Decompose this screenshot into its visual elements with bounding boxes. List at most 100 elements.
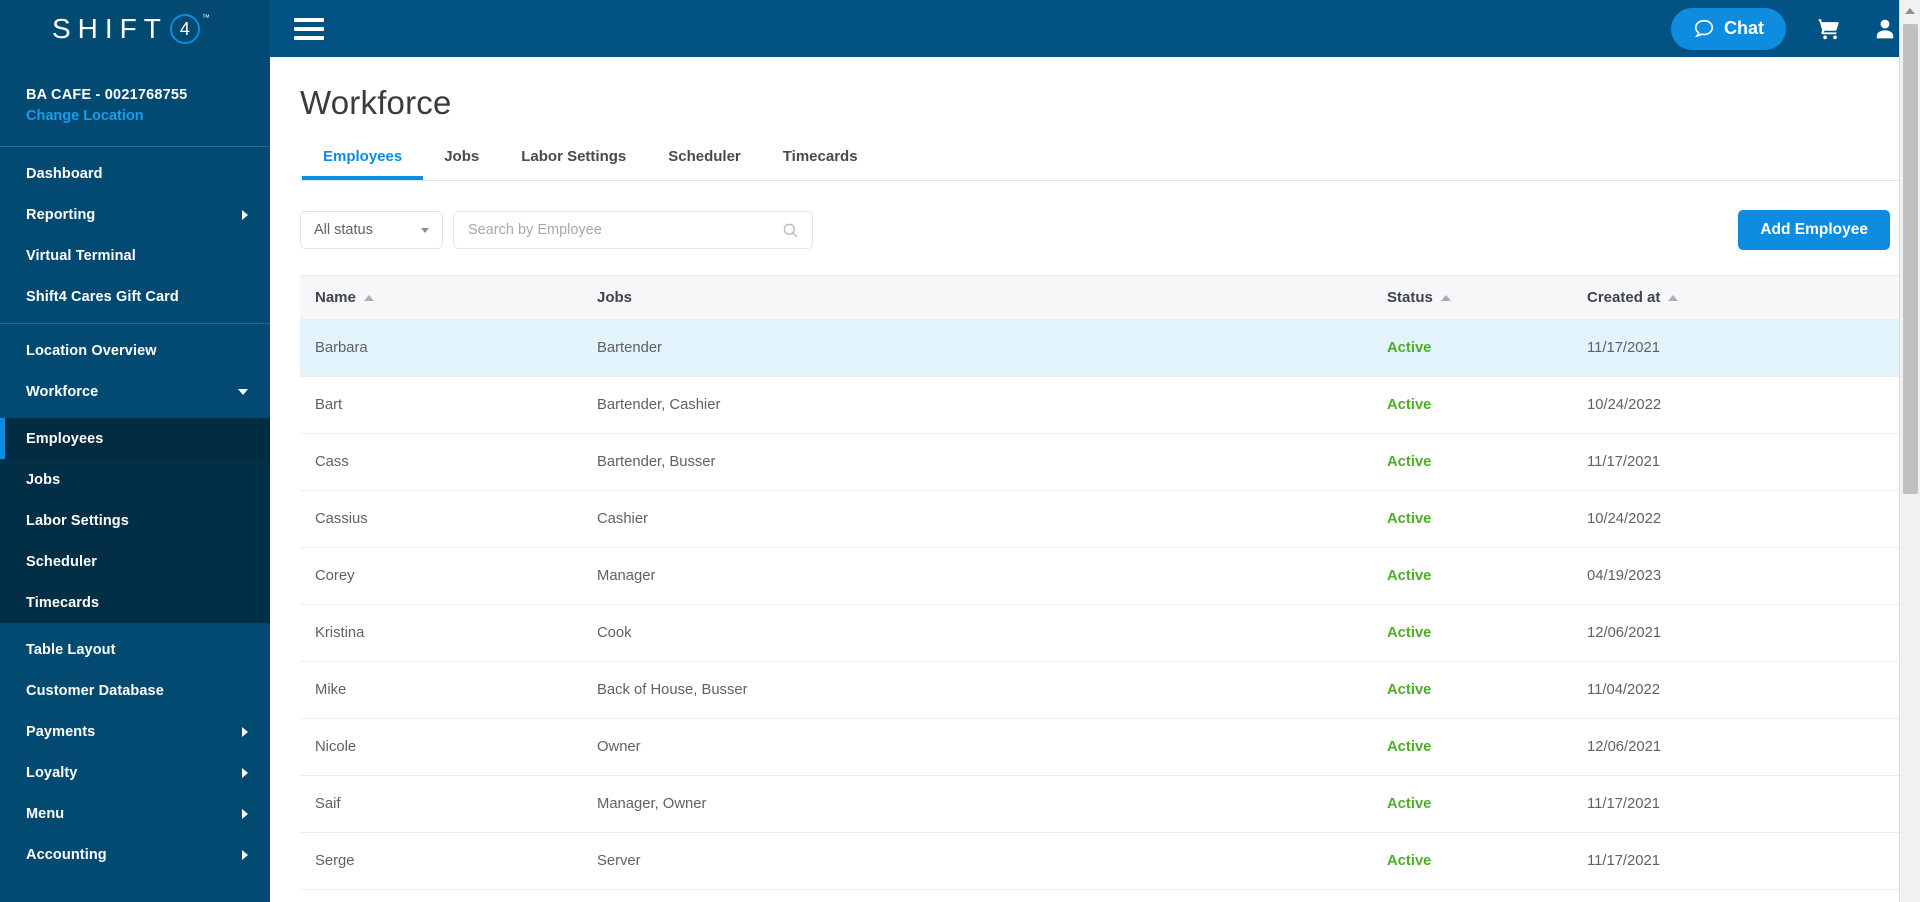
- sidebar-item-jobs[interactable]: Jobs: [0, 459, 270, 500]
- sidebar-item-scheduler[interactable]: Scheduler: [0, 541, 270, 582]
- cell-created-at: 11/17/2021: [1587, 454, 1660, 470]
- table-row[interactable]: Cassius Cashier Active 10/24/2022: [300, 491, 1900, 548]
- table-row[interactable]: Kristina Cook Active 12/06/2021: [300, 605, 1900, 662]
- cell-created-at: 11/17/2021: [1587, 340, 1660, 356]
- brand-logo-text: SHIFT: [52, 12, 168, 44]
- scroll-up-arrow-icon[interactable]: [1900, 0, 1920, 21]
- sidebar-group-secondary: Location Overview Workforce: [0, 324, 270, 418]
- cell-jobs: Bartender, Busser: [597, 454, 716, 470]
- sidebar-item-employees[interactable]: Employees: [0, 418, 270, 459]
- chevron-right-icon: [242, 767, 248, 778]
- sidebar-item-label: Scheduler: [26, 553, 98, 570]
- sidebar: SHIFT 4 ™ BA CAFE - 0021768755 Change Lo…: [0, 0, 270, 902]
- sidebar-item-table-layout[interactable]: Table Layout: [0, 629, 270, 670]
- sidebar-item-loyalty[interactable]: Loyalty: [0, 752, 270, 793]
- sidebar-item-timecards[interactable]: Timecards: [0, 582, 270, 623]
- cell-created-at: 04/19/2023: [1587, 568, 1662, 584]
- table-row[interactable]: Serge Server Active 11/17/2021: [300, 833, 1900, 890]
- sort-ascending-icon: [1440, 294, 1451, 301]
- sidebar-item-label: Payments: [26, 723, 96, 740]
- table-row[interactable]: Nicole Owner Active 12/06/2021: [300, 719, 1900, 776]
- cell-jobs: Bartender, Cashier: [597, 397, 721, 413]
- sidebar-item-label: Accounting: [26, 846, 107, 863]
- sidebar-item-label: Employees: [26, 430, 104, 447]
- sidebar-item-shift4-cares-gift-card[interactable]: Shift4 Cares Gift Card: [0, 276, 270, 317]
- page-content: Workforce Employees Jobs Labor Settings …: [270, 57, 1920, 890]
- tab-scheduler[interactable]: Scheduler: [647, 138, 762, 180]
- cell-name: Mike: [315, 682, 347, 698]
- sidebar-item-label: Timecards: [26, 594, 100, 611]
- chevron-right-icon: [242, 726, 248, 737]
- column-label: Status: [1387, 289, 1433, 306]
- search-box[interactable]: [453, 211, 813, 249]
- sidebar-item-dashboard[interactable]: Dashboard: [0, 153, 270, 194]
- status-badge: Active: [1387, 397, 1432, 413]
- status-badge: Active: [1387, 511, 1432, 527]
- status-badge: Active: [1387, 454, 1432, 470]
- hamburger-icon[interactable]: [294, 13, 324, 45]
- sidebar-item-customer-database[interactable]: Customer Database: [0, 670, 270, 711]
- sidebar-item-workforce[interactable]: Workforce: [0, 371, 270, 412]
- cell-jobs: Owner: [597, 739, 641, 755]
- sidebar-item-label: Table Layout: [26, 641, 116, 658]
- chevron-right-icon: [242, 209, 248, 220]
- shopping-cart-icon[interactable]: [1816, 16, 1842, 42]
- sidebar-item-label: Labor Settings: [26, 512, 129, 529]
- table-row[interactable]: Cass Bartender, Busser Active 11/17/2021: [300, 434, 1900, 491]
- sidebar-group-primary: Dashboard Reporting Virtual Terminal Shi…: [0, 147, 270, 323]
- table-row[interactable]: Bart Bartender, Cashier Active 10/24/202…: [300, 377, 1900, 434]
- main-area: Chat Workforce Employees Jobs Labor Sett…: [270, 0, 1920, 902]
- column-label: Name: [315, 289, 356, 306]
- status-filter-value: All status: [314, 222, 373, 238]
- sidebar-item-label: Loyalty: [26, 764, 78, 781]
- scrollbar-thumb[interactable]: [1903, 24, 1918, 494]
- column-header-created-at[interactable]: Created at: [1587, 289, 1827, 306]
- table-row[interactable]: Saif Manager, Owner Active 11/17/2021: [300, 776, 1900, 833]
- table-row[interactable]: Corey Manager Active 04/19/2023: [300, 548, 1900, 605]
- chat-bubble-icon: [1694, 19, 1714, 37]
- user-account-icon[interactable]: [1872, 16, 1898, 42]
- cell-name: Barbara: [315, 340, 368, 356]
- brand-logo[interactable]: SHIFT 4 ™: [0, 0, 270, 57]
- chevron-down-icon: [421, 227, 429, 233]
- page-scrollbar[interactable]: [1899, 0, 1920, 902]
- tab-jobs[interactable]: Jobs: [423, 138, 500, 180]
- column-header-status[interactable]: Status: [1387, 289, 1587, 306]
- sidebar-item-reporting[interactable]: Reporting: [0, 194, 270, 235]
- cell-name: Cassius: [315, 511, 368, 527]
- column-header-name[interactable]: Name: [300, 289, 597, 306]
- status-filter-select[interactable]: All status: [300, 211, 443, 249]
- cell-name: Corey: [315, 568, 355, 584]
- page-tabs: Employees Jobs Labor Settings Scheduler …: [300, 138, 1920, 181]
- sort-ascending-icon: [363, 294, 374, 301]
- status-badge: Active: [1387, 853, 1432, 869]
- cell-created-at: 10/24/2022: [1587, 397, 1662, 413]
- chat-button[interactable]: Chat: [1671, 7, 1786, 50]
- change-location-link[interactable]: Change Location: [26, 108, 270, 124]
- add-employee-button[interactable]: Add Employee: [1738, 210, 1890, 250]
- scrollbar-track[interactable]: [1900, 494, 1920, 902]
- sidebar-item-payments[interactable]: Payments: [0, 711, 270, 752]
- sidebar-item-labor-settings[interactable]: Labor Settings: [0, 500, 270, 541]
- sidebar-item-label: Reporting: [26, 206, 96, 223]
- cell-created-at: 11/04/2022: [1587, 682, 1660, 698]
- sidebar-item-location-overview[interactable]: Location Overview: [0, 330, 270, 371]
- tab-labor-settings[interactable]: Labor Settings: [500, 138, 647, 180]
- cell-created-at: 11/17/2021: [1587, 796, 1660, 812]
- cell-jobs: Back of House, Busser: [597, 682, 748, 698]
- table-row[interactable]: Barbara Bartender Active 11/17/2021: [300, 320, 1900, 377]
- cell-jobs: Bartender: [597, 340, 662, 356]
- sidebar-item-accounting[interactable]: Accounting: [0, 834, 270, 875]
- tab-timecards[interactable]: Timecards: [762, 138, 879, 180]
- search-input[interactable]: [468, 222, 768, 238]
- sidebar-item-virtual-terminal[interactable]: Virtual Terminal: [0, 235, 270, 276]
- table-row[interactable]: Mike Back of House, Busser Active 11/04/…: [300, 662, 1900, 719]
- column-label: Created at: [1587, 289, 1661, 306]
- cell-name: Kristina: [315, 625, 365, 641]
- sidebar-item-menu[interactable]: Menu: [0, 793, 270, 834]
- sidebar-item-label: Dashboard: [26, 165, 103, 182]
- cell-jobs: Server: [597, 853, 641, 869]
- cell-created-at: 10/24/2022: [1587, 511, 1662, 527]
- tab-employees[interactable]: Employees: [302, 138, 424, 180]
- column-header-jobs[interactable]: Jobs: [597, 289, 1387, 306]
